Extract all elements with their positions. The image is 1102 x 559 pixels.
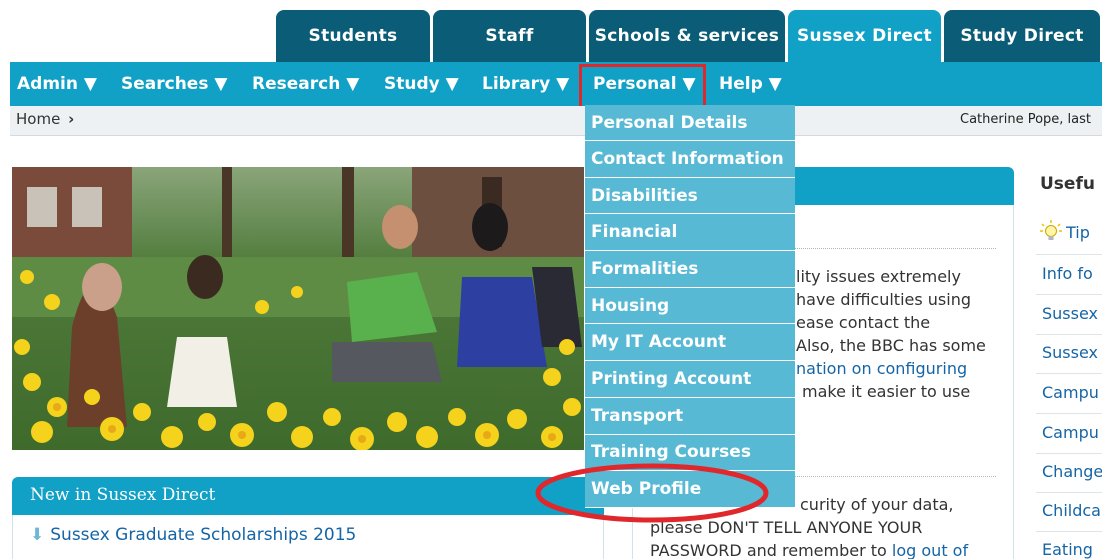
personal-dropdown-menu: Personal Details Contact Information Dis… [585, 105, 795, 508]
user-status-line: Catherine Pope, last [960, 112, 1091, 127]
menu-item-personal-details[interactable]: Personal Details [585, 105, 795, 141]
divider [1036, 531, 1102, 532]
news-item[interactable]: ⬇ Sussex Graduate Scholarships 2015 [30, 525, 356, 545]
accessibility-text-line: have difficulties using [796, 290, 971, 309]
tab-students[interactable]: Students [276, 10, 430, 62]
useful-links-heading: Usefu [1040, 174, 1095, 194]
nav-help[interactable]: Help ▼ [719, 62, 782, 106]
new-in-sussex-direct-title: New in Sussex Direct [12, 477, 604, 515]
menu-item-financial[interactable]: Financial [585, 214, 795, 252]
download-arrow-icon: ⬇ [30, 525, 45, 545]
divider [1036, 334, 1102, 335]
nav-searches[interactable]: Searches ▼ [121, 62, 227, 106]
right-link[interactable]: Change [1042, 462, 1102, 481]
breadcrumb-home-label[interactable]: Home [16, 110, 60, 128]
divider [1036, 453, 1102, 454]
breadcrumb: Home › [10, 106, 1102, 136]
nav-admin[interactable]: Admin ▼ [17, 62, 97, 106]
breadcrumb-separator: › [68, 110, 75, 128]
menu-item-contact-information[interactable]: Contact Information [585, 141, 795, 178]
menu-item-training-courses[interactable]: Training Courses [585, 434, 795, 472]
accessibility-text-line: lity issues extremely [796, 267, 961, 286]
tip-link[interactable]: Tip [1040, 220, 1090, 242]
right-link[interactable]: Info fo [1042, 264, 1093, 283]
security-text-line: please DON'T TELL ANYONE YOUR [650, 518, 923, 537]
main-nav: Admin ▼ Searches ▼ Research ▼ Study ▼ Li… [10, 62, 1102, 106]
menu-item-transport[interactable]: Transport [585, 397, 795, 435]
right-link[interactable]: Childca [1042, 501, 1101, 520]
menu-item-disabilities[interactable]: Disabilities [585, 177, 795, 215]
nav-library[interactable]: Library ▼ [482, 62, 569, 106]
nav-research[interactable]: Research ▼ [252, 62, 359, 106]
lightbulb-icon [1040, 220, 1062, 240]
security-text-line: PASSWORD and remember to log out of [650, 541, 968, 559]
news-item-label[interactable]: Sussex Graduate Scholarships 2015 [50, 525, 356, 545]
tab-schools-services[interactable]: Schools & services [589, 10, 785, 62]
tab-sussex-direct[interactable]: Sussex Direct [788, 10, 941, 62]
log-out-link[interactable]: log out of [892, 541, 968, 559]
security-text-line: curity of your data, [800, 495, 954, 514]
tip-label[interactable]: Tip [1066, 223, 1090, 242]
divider [1036, 373, 1102, 374]
right-link[interactable]: Campu [1042, 423, 1099, 442]
tab-study-direct[interactable]: Study Direct [944, 10, 1100, 62]
menu-item-web-profile[interactable]: Web Profile [585, 471, 795, 508]
menu-item-my-it-account[interactable]: My IT Account [585, 324, 795, 362]
right-link[interactable]: Eating [1042, 540, 1093, 559]
divider [1036, 294, 1102, 295]
right-link[interactable]: Campu [1042, 383, 1099, 402]
top-tabs: Students Staff Schools & services Sussex… [276, 10, 1102, 62]
menu-item-formalities[interactable]: Formalities [585, 251, 795, 288]
accessibility-text-line: Also, the BBC has some [796, 336, 986, 355]
security-text: PASSWORD and remember to [650, 541, 892, 559]
menu-item-printing-account[interactable]: Printing Account [585, 361, 795, 398]
breadcrumb-home[interactable]: Home › [16, 110, 74, 128]
accessibility-text-line: make it easier to use [802, 382, 971, 401]
nav-study[interactable]: Study ▼ [384, 62, 459, 106]
accessibility-text-line: ease contact the [796, 313, 931, 332]
divider [1036, 413, 1102, 414]
right-link[interactable]: Sussex [1042, 304, 1098, 323]
personal-highlight-box [579, 64, 706, 110]
divider [1036, 254, 1102, 255]
divider [1036, 492, 1102, 493]
menu-item-housing[interactable]: Housing [585, 287, 795, 325]
campus-photo [12, 167, 584, 450]
right-link[interactable]: Sussex [1042, 343, 1098, 362]
bbc-configuring-link[interactable]: nation on configuring [796, 359, 967, 378]
tab-staff[interactable]: Staff [433, 10, 586, 62]
